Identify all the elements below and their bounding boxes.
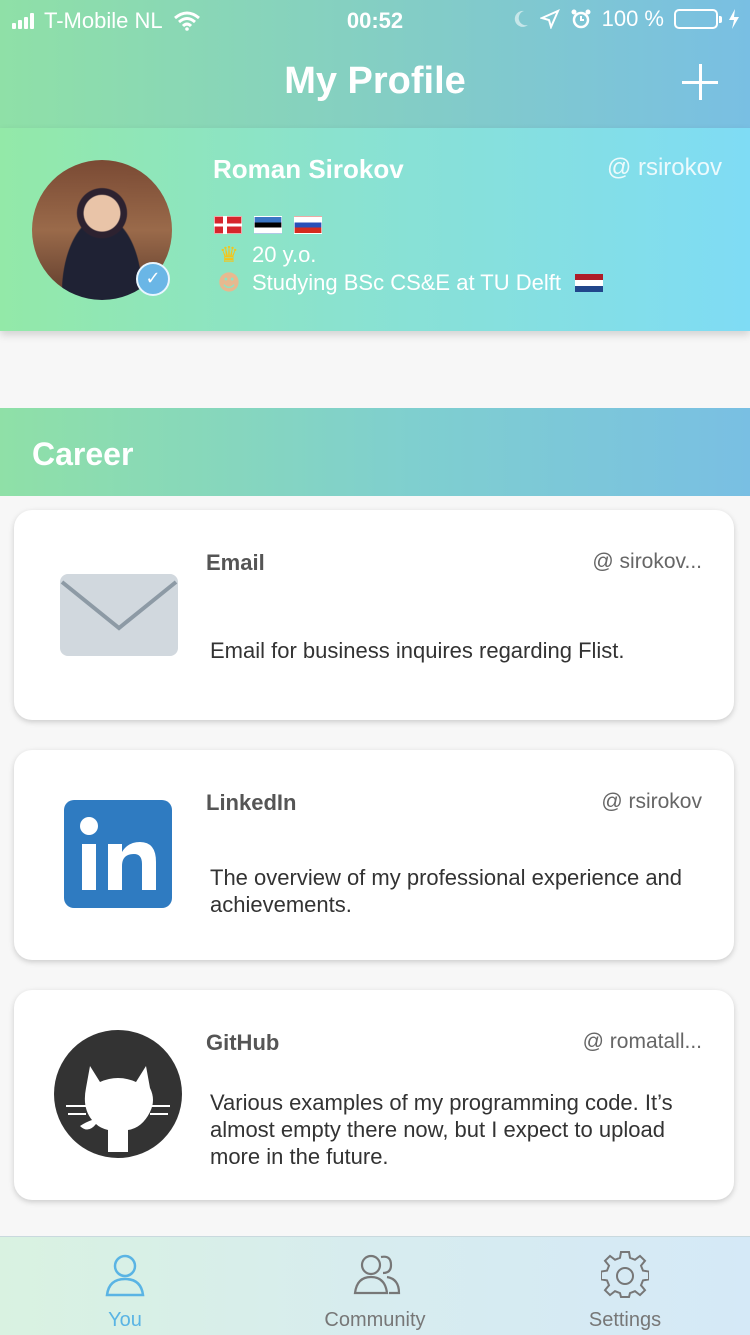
- profile-header: ✓ Roman Sirokov @ rsirokov ♛ 20 y.o. ☻ S…: [0, 128, 750, 331]
- card-description: Email for business inquires regarding Fl…: [210, 638, 625, 663]
- age-label: 20 y.o.: [252, 242, 317, 267]
- section-title: Career: [32, 436, 134, 472]
- card-description: Various examples of my programming code.…: [210, 1090, 673, 1169]
- github-icon: [54, 1030, 182, 1158]
- card-title: GitHub: [206, 1030, 280, 1055]
- tab-label: Community: [324, 1309, 426, 1331]
- section-header-career: Career: [0, 408, 750, 496]
- card-handle: @ rsirokov: [601, 790, 702, 813]
- user-icon: [105, 1254, 145, 1297]
- norway-flag-icon: [214, 216, 242, 234]
- charging-icon: [729, 9, 739, 29]
- verified-badge-icon: ✓: [136, 262, 170, 296]
- crown-icon: ♛: [219, 242, 239, 268]
- tab-settings[interactable]: Settings: [500, 1237, 750, 1335]
- netherlands-flag-icon: [574, 274, 603, 292]
- linkedin-icon: [64, 800, 172, 908]
- profile-name: Roman Sirokov: [213, 154, 404, 184]
- tab-bar: You Community Settings: [0, 1236, 750, 1335]
- location-icon: [539, 9, 560, 29]
- link-card-email[interactable]: Email @ sirokov... Email for business in…: [14, 510, 734, 720]
- page-title: My Profile: [284, 60, 466, 102]
- age-line: ♛ 20 y.o.: [214, 242, 316, 268]
- mail-icon: [60, 574, 178, 656]
- estonia-flag-icon: [254, 216, 282, 234]
- gear-icon: [601, 1251, 649, 1299]
- card-title: Email: [206, 550, 265, 575]
- battery-icon: [674, 9, 722, 29]
- plus-icon[interactable]: [682, 64, 718, 100]
- battery-percent: 100 %: [601, 6, 664, 31]
- link-card-github[interactable]: GitHub @ romatall... Various examples of…: [14, 990, 734, 1200]
- tab-you[interactable]: You: [0, 1237, 250, 1335]
- tab-community[interactable]: Community: [250, 1237, 500, 1335]
- alarm-icon: [571, 9, 591, 29]
- link-card-linkedin[interactable]: LinkedIn @ rsirokov The overview of my p…: [14, 750, 734, 960]
- card-handle: @ romatall...: [582, 1030, 702, 1053]
- profile-handle: @ rsirokov: [606, 154, 722, 181]
- status-bar: T-Mobile NL 00:52 100 %: [0, 0, 750, 40]
- header: T-Mobile NL 00:52 100 % My Profile: [0, 0, 750, 128]
- tab-label: You: [108, 1309, 142, 1331]
- flag-list: [214, 216, 322, 234]
- status-right: 100 %: [512, 6, 740, 32]
- card-title: LinkedIn: [206, 790, 297, 815]
- card-handle: @ sirokov...: [592, 550, 702, 573]
- russia-flag-icon: [294, 216, 322, 234]
- study-line: ☻ Studying BSc CS&E at TU Delft: [214, 270, 603, 296]
- card-description: The overview of my professional experien…: [210, 865, 683, 917]
- study-label: Studying BSc CS&E at TU Delft: [252, 270, 561, 295]
- community-icon: [353, 1254, 401, 1295]
- student-icon: ☻: [217, 270, 241, 296]
- tab-label: Settings: [588, 1309, 662, 1331]
- moon-icon: [514, 10, 528, 27]
